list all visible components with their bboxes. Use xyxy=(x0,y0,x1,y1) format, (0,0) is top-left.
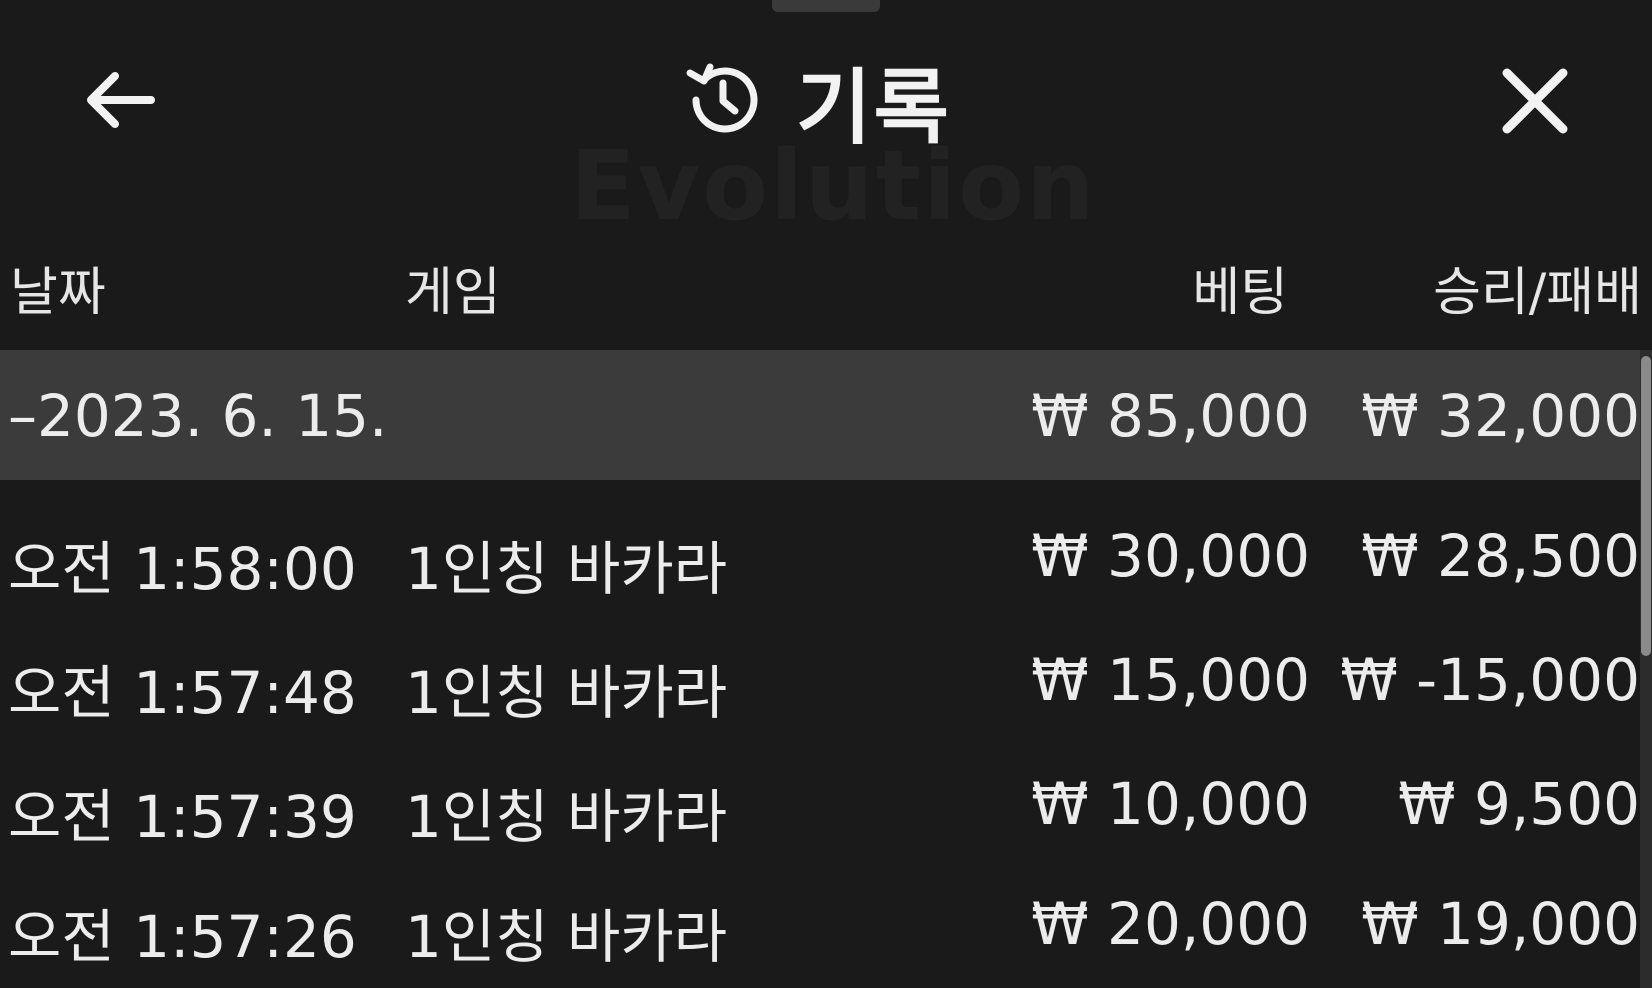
back-button[interactable] xyxy=(74,60,164,140)
row-time: 오전 1:58:00 xyxy=(8,535,357,603)
history-clock-icon xyxy=(686,63,758,133)
column-header-date: 날짜 xyxy=(10,263,106,323)
table-row[interactable]: 오전 1:57:39 1인칭 바카라 ₩ 10,000 ₩ 9,500 xyxy=(0,738,1640,868)
column-header-bet: 베팅 xyxy=(1192,263,1288,323)
row-game: 1인칭 바카라 xyxy=(405,535,728,603)
table-row[interactable]: 오전 1:57:48 1인칭 바카라 ₩ 15,000 ₩ -15,000 xyxy=(0,614,1640,744)
summary-winloss: ₩ 32,000 xyxy=(1361,382,1640,450)
summary-bet: ₩ 85,000 xyxy=(1031,382,1310,450)
row-winloss: ₩ -15,000 xyxy=(1340,646,1640,714)
header: Evolution 기록 xyxy=(0,0,1652,242)
column-header-winloss: 승리/패배 xyxy=(1433,263,1642,323)
column-headers: 날짜 게임 베팅 승리/패배 xyxy=(0,240,1652,323)
row-winloss: ₩ 28,500 xyxy=(1361,522,1640,590)
row-time: 오전 1:57:48 xyxy=(8,659,357,727)
row-bet: ₩ 10,000 xyxy=(1031,770,1310,838)
arrow-left-icon xyxy=(87,72,155,128)
table-row[interactable]: 오전 1:58:00 1인칭 바카라 ₩ 30,000 ₩ 28,500 xyxy=(0,490,1640,620)
row-bet: ₩ 15,000 xyxy=(1031,646,1310,714)
row-bet: ₩ 30,000 xyxy=(1031,522,1310,590)
row-time: 오전 1:57:39 xyxy=(8,783,357,851)
close-button[interactable] xyxy=(1490,56,1580,146)
scrollbar-thumb[interactable] xyxy=(1641,356,1651,656)
page-title: 기록 xyxy=(680,50,951,156)
date-group-summary-row[interactable]: –2023. 6. 15. ₩ 85,000 ₩ 32,000 xyxy=(0,350,1640,480)
row-game: 1인칭 바카라 xyxy=(405,783,728,851)
row-game: 1인칭 바카라 xyxy=(405,903,728,971)
row-winloss: ₩ 9,500 xyxy=(1398,770,1640,838)
column-header-game: 게임 xyxy=(405,263,501,323)
row-time: 오전 1:57:26 xyxy=(8,903,357,971)
close-icon xyxy=(1502,68,1568,134)
row-winloss: ₩ 19,000 xyxy=(1361,890,1640,958)
table-row[interactable]: 오전 1:57:26 1인칭 바카라 ₩ 20,000 ₩ 19,000 xyxy=(0,858,1640,988)
summary-date: –2023. 6. 15. xyxy=(8,382,388,450)
row-game: 1인칭 바카라 xyxy=(405,659,728,727)
row-bet: ₩ 20,000 xyxy=(1031,890,1310,958)
title-text: 기록 xyxy=(796,60,951,156)
